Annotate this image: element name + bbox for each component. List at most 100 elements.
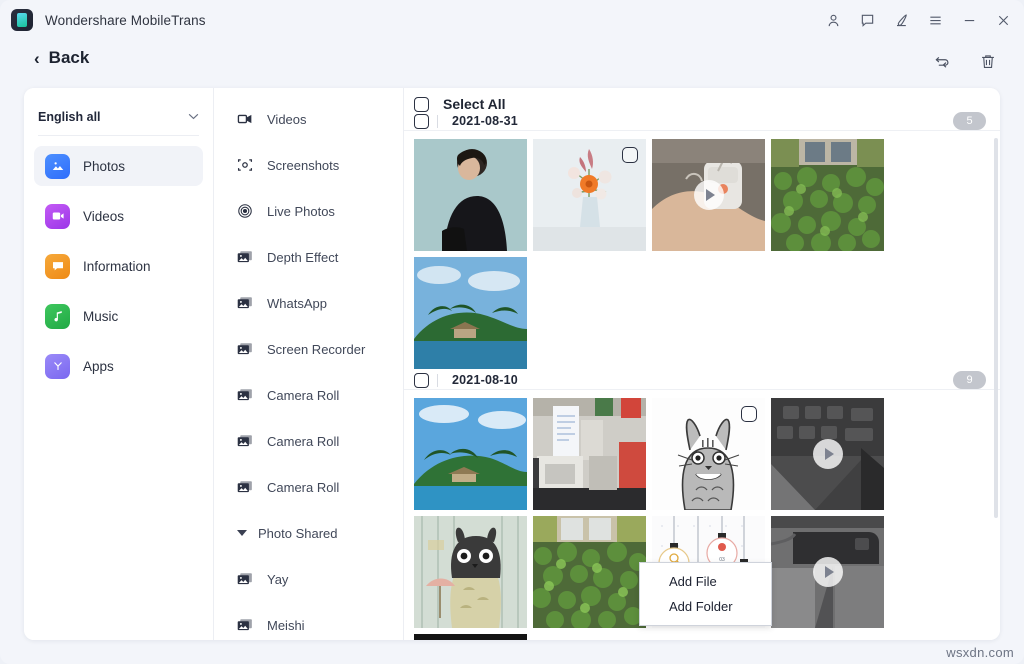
thumb-checkbox[interactable] (741, 406, 757, 422)
album-label: Camera Roll (267, 388, 339, 403)
information-icon (45, 254, 70, 279)
music-icon (45, 304, 70, 329)
photos-icon (45, 154, 70, 179)
photo-stack-icon (236, 478, 254, 496)
refresh-icon[interactable] (930, 50, 954, 74)
album-label: Screen Recorder (267, 342, 365, 357)
album-label: Yay (267, 572, 288, 587)
album-item-meishi[interactable]: Meishi (214, 602, 403, 640)
video-play-icon (694, 180, 724, 210)
photo-tropical-island[interactable] (414, 398, 527, 510)
chevron-down-icon (188, 111, 199, 123)
album-label: Meishi (267, 618, 305, 633)
sidebar: English all Photos Videos (24, 88, 214, 640)
album-item-depth-effect[interactable]: Depth Effect (214, 234, 403, 280)
date-group-count-badge: 9 (953, 371, 986, 389)
back-chevron-icon: ‹ (34, 50, 40, 67)
date-group-checkbox[interactable] (414, 114, 429, 129)
album-item-yay[interactable]: Yay (214, 556, 403, 602)
photo-stack-icon (236, 570, 254, 588)
select-all-label: Select All (443, 96, 506, 112)
screenshot-icon (236, 156, 254, 174)
album-group-label: Photo Shared (258, 526, 338, 541)
photo-flower-vase[interactable] (533, 139, 646, 251)
sidebar-item-apps[interactable]: Apps (34, 346, 203, 386)
triangle-down-icon (237, 530, 247, 536)
video-play-icon (813, 557, 843, 587)
video-camera-icon (236, 110, 254, 128)
delete-icon[interactable] (976, 50, 1000, 74)
album-item-whatsapp[interactable]: WhatsApp (214, 280, 403, 326)
header-toolbar (930, 50, 1000, 74)
video-airpods-hand[interactable] (652, 139, 765, 251)
photo-grid (404, 131, 1000, 371)
close-icon[interactable] (986, 4, 1020, 36)
menu-item-add-folder[interactable]: Add Folder (640, 594, 771, 619)
photo-black-cable[interactable] (414, 634, 527, 640)
sidebar-item-label: Music (83, 309, 118, 324)
edit-pen-icon[interactable] (884, 4, 918, 36)
sidebar-item-photos[interactable]: Photos (34, 146, 203, 186)
back-button[interactable]: ‹ Back (34, 48, 89, 68)
video-play-icon (813, 439, 843, 469)
photo-stack-icon (236, 386, 254, 404)
date-group-label: 2021-08-31 (452, 114, 518, 128)
back-label: Back (49, 48, 90, 68)
date-group-checkbox[interactable] (414, 373, 429, 388)
content-scrollbar[interactable] (994, 138, 998, 518)
photo-office-desk[interactable] (533, 398, 646, 510)
select-all-checkbox[interactable] (414, 97, 429, 112)
album-item-screen-recorder[interactable]: Screen Recorder (214, 326, 403, 372)
sidebar-item-information[interactable]: Information (34, 246, 203, 286)
video-keyboard-dark[interactable] (771, 398, 884, 510)
video-dark-object[interactable] (771, 516, 884, 628)
photo-tropical-beach[interactable] (414, 257, 527, 369)
album-item-live-photos[interactable]: Live Photos (214, 188, 403, 234)
photo-content-area: Select All 2021-08-31 5 (404, 88, 1000, 640)
feedback-icon[interactable] (850, 4, 884, 36)
album-item-camera-roll-3[interactable]: Camera Roll (214, 464, 403, 510)
sidebar-item-videos[interactable]: Videos (34, 196, 203, 236)
select-all-row[interactable]: Select All (404, 96, 1000, 112)
album-item-videos[interactable]: Videos (214, 96, 403, 142)
language-value: English all (38, 110, 101, 124)
album-item-camera-roll-1[interactable]: Camera Roll (214, 372, 403, 418)
photo-stack-icon (236, 432, 254, 450)
menu-icon[interactable] (918, 4, 952, 36)
photo-stack-icon (236, 616, 254, 634)
date-group-label: 2021-08-10 (452, 373, 518, 387)
photo-ivy-garden[interactable] (533, 516, 646, 628)
album-label: Camera Roll (267, 480, 339, 495)
sidebar-item-label: Videos (83, 209, 124, 224)
live-photo-icon (236, 202, 254, 220)
app-title: Wondershare MobileTrans (45, 13, 206, 28)
date-group-count-badge: 5 (953, 112, 986, 130)
photo-totoro-painting[interactable] (414, 516, 527, 628)
album-label: Screenshots (267, 158, 339, 173)
sidebar-item-label: Photos (83, 159, 125, 174)
album-item-screenshots[interactable]: Screenshots (214, 142, 403, 188)
photo-stack-icon (236, 294, 254, 312)
watermark: wsxdn.com (946, 645, 1014, 660)
sidebar-item-label: Apps (83, 359, 114, 374)
photo-stack-icon (236, 340, 254, 358)
title-bar: Wondershare MobileTrans (0, 0, 1024, 40)
account-icon[interactable] (816, 4, 850, 36)
language-selector[interactable]: English all (38, 104, 199, 136)
photo-person-teal[interactable] (414, 139, 527, 251)
album-list: Videos Screenshots Live Photos Depth Eff… (214, 88, 404, 640)
date-group-header: 2021-08-31 5 (404, 112, 1000, 131)
thumb-checkbox[interactable] (622, 147, 638, 163)
album-group-photo-shared[interactable]: Photo Shared (214, 510, 403, 556)
photo-green-ivy-window[interactable] (771, 139, 884, 251)
menu-item-add-file[interactable]: Add File (640, 569, 771, 594)
minimize-icon[interactable] (952, 4, 986, 36)
album-item-camera-roll-2[interactable]: Camera Roll (214, 418, 403, 464)
date-group-header: 2021-08-10 9 (404, 371, 1000, 390)
window-controls (816, 0, 1020, 40)
app-window: Wondershare MobileTrans (0, 0, 1024, 664)
sidebar-item-label: Information (83, 259, 151, 274)
photo-totoro-sketch[interactable] (652, 398, 765, 510)
sidebar-item-music[interactable]: Music (34, 296, 203, 336)
import-context-menu: Add File Add Folder (639, 562, 772, 626)
